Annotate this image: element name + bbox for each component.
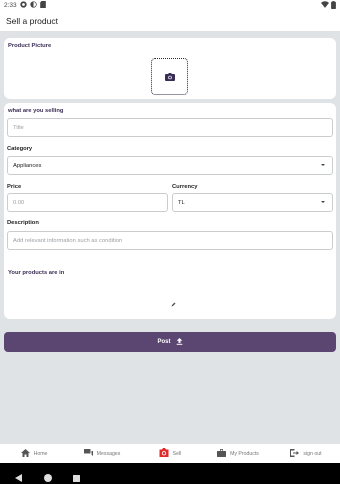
- description-input[interactable]: Add relevant information such as conditi…: [7, 231, 333, 250]
- add-photo-button[interactable]: [151, 58, 188, 95]
- status-time: 2:33: [4, 2, 17, 9]
- nav-home[interactable]: Home: [0, 448, 68, 459]
- back-icon[interactable]: [15, 469, 22, 484]
- bottom-navigation: Home Messages Sell My Products sign out: [0, 444, 340, 463]
- messages-icon: [83, 448, 93, 459]
- category-value: Appliances: [13, 162, 42, 169]
- product-picture-title: Product Picture: [8, 43, 52, 49]
- content-area[interactable]: Product Picture what are you selling Tit…: [0, 31, 340, 444]
- nav-home-label: Home: [33, 450, 48, 457]
- description-placeholder: Add relevant information such as conditi…: [13, 237, 123, 244]
- upload-icon: [176, 337, 183, 347]
- nav-messages[interactable]: Messages: [68, 448, 136, 459]
- price-input[interactable]: 0.00: [7, 193, 168, 212]
- nav-sign-out-label: sign out: [303, 450, 322, 457]
- nav-sign-out[interactable]: sign out: [272, 448, 340, 459]
- nav-messages-label: Messages: [96, 450, 121, 457]
- location-card: Your products are in: [4, 265, 336, 319]
- page-title: Sell a product: [6, 16, 58, 26]
- title-placeholder: Title: [13, 124, 24, 131]
- edit-location-icon[interactable]: [171, 294, 176, 312]
- price-placeholder: 0.00: [13, 199, 25, 206]
- home-circle-icon[interactable]: [44, 469, 52, 484]
- system-navigation-bar: [0, 463, 340, 484]
- chevron-down-icon: [321, 164, 325, 166]
- sd-card-icon: [39, 1, 46, 10]
- status-bar: 2:33: [0, 0, 340, 11]
- home-icon: [20, 448, 30, 459]
- title-input[interactable]: Title: [7, 118, 333, 137]
- location-title: Your products are in: [8, 270, 65, 276]
- wifi-icon: [321, 1, 329, 10]
- nav-sell[interactable]: Sell: [136, 448, 204, 459]
- notification-icon: [20, 1, 27, 10]
- price-label: Price: [7, 184, 22, 190]
- post-button-label: Post: [157, 339, 171, 345]
- app-bar: Sell a product: [0, 11, 340, 31]
- nav-my-products-label: My Products: [230, 450, 259, 457]
- my-products-icon: [217, 448, 227, 459]
- sign-out-icon: [290, 448, 300, 459]
- sync-icon: [30, 1, 37, 10]
- nav-sell-label: Sell: [172, 450, 182, 457]
- product-picture-card: Product Picture: [4, 38, 336, 99]
- post-button[interactable]: Post: [4, 332, 336, 352]
- category-select[interactable]: Appliances: [7, 156, 333, 175]
- category-label: Category: [7, 146, 33, 152]
- description-label: Description: [7, 220, 39, 226]
- nav-my-products[interactable]: My Products: [204, 448, 272, 459]
- recents-icon[interactable]: [73, 469, 80, 484]
- chevron-down-icon: [321, 201, 325, 203]
- camera-icon: [164, 68, 175, 86]
- product-details-card: what are you selling Title Category Appl…: [4, 103, 336, 291]
- battery-icon: [331, 0, 336, 11]
- sell-camera-icon: [159, 448, 169, 459]
- currency-select[interactable]: TL: [172, 193, 333, 212]
- currency-label: Currency: [172, 184, 198, 190]
- form-section-title: what are you selling: [8, 108, 64, 114]
- currency-value: TL: [178, 199, 185, 206]
